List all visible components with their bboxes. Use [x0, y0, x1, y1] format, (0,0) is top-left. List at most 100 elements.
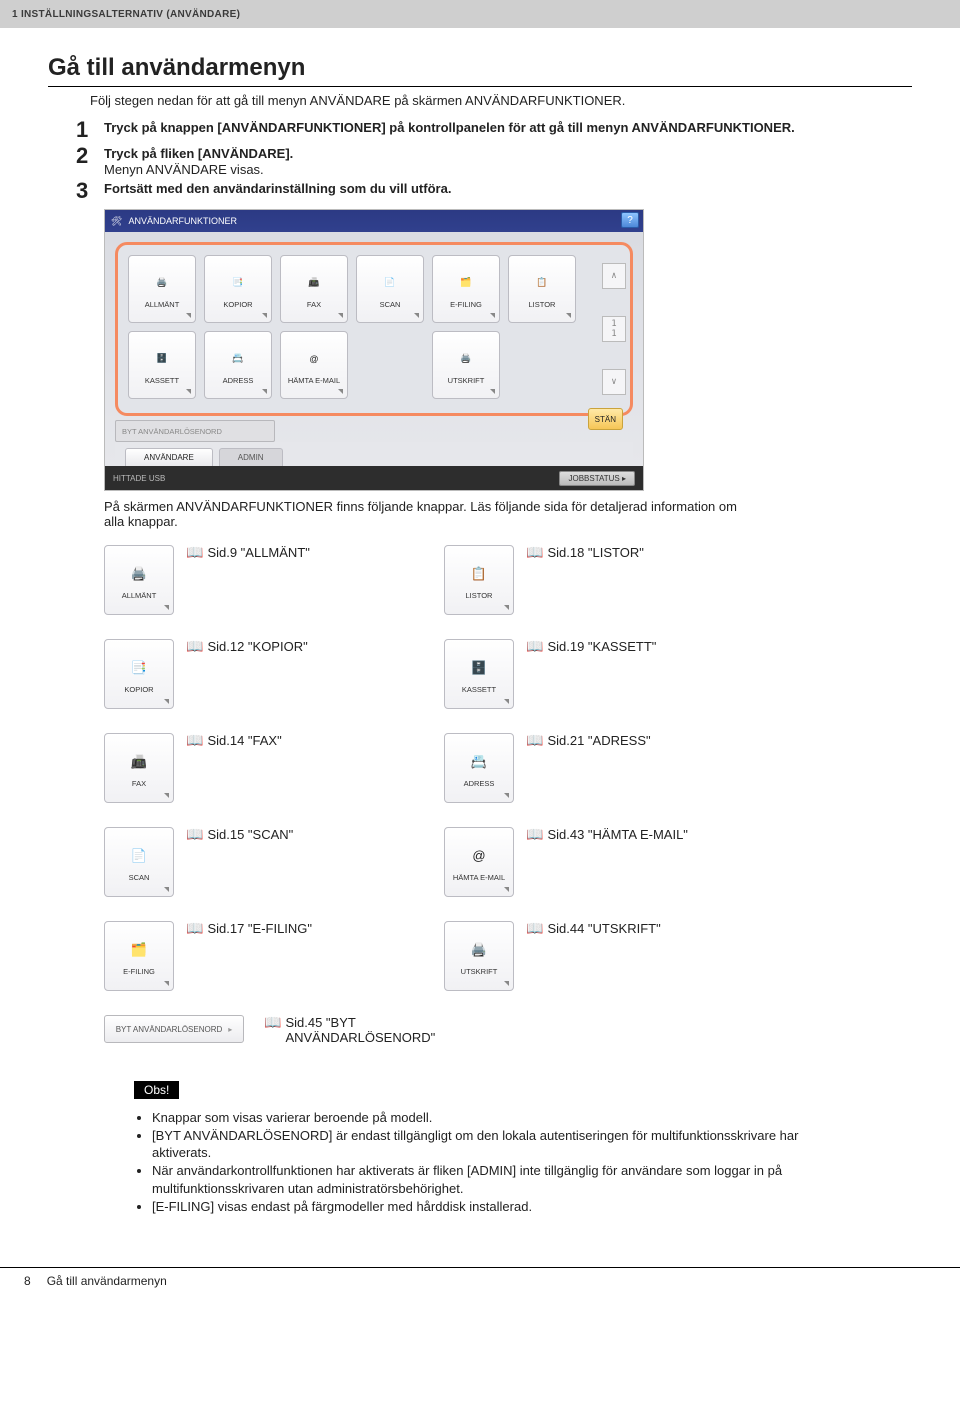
- tile-label: FAX: [307, 301, 321, 309]
- scroll-up[interactable]: ∧: [602, 263, 626, 289]
- step-number: 3: [76, 179, 104, 203]
- tile-icon: 📋: [464, 561, 494, 587]
- tile-label: SCAN: [380, 301, 401, 309]
- jobstatus-button[interactable]: JOBBSTATUS ▸: [559, 471, 635, 486]
- chevron-icon: [490, 389, 495, 394]
- step-3: 3 Fortsätt med den användarinställning s…: [76, 179, 912, 203]
- tile-icon: 🖨️: [464, 937, 494, 963]
- tile-label: LISTOR: [466, 592, 493, 600]
- chevron-icon: [262, 389, 267, 394]
- tile-label: ADRESS: [223, 377, 254, 385]
- book-icon: 📖: [526, 545, 543, 559]
- tile-icon: 📇: [223, 346, 253, 372]
- ui-screenshot: 🛠 ANVÄNDARFUNKTIONER ? 🖨️ALLMÄNT 📑 KOPIOR 📠…: [104, 209, 644, 491]
- chevron-icon: [338, 313, 343, 318]
- tile-label: LISTOR: [529, 301, 556, 309]
- chevron-icon: [262, 313, 267, 318]
- menu-tile-allmänt[interactable]: 🖨️ALLMÄNT: [104, 545, 174, 615]
- steps-list: 1 Tryck på knappen [ANVÄNDARFUNKTIONER] …: [76, 118, 912, 203]
- window-title-bar: 🛠 ANVÄNDARFUNKTIONER ?: [105, 210, 643, 232]
- page-reference: Sid.45 "BYT ANVÄNDARLÖSENORD": [285, 1015, 455, 1045]
- menu-tile-fax[interactable]: 📠FAX: [104, 733, 174, 803]
- tab-admin[interactable]: ADMIN: [219, 448, 283, 466]
- chevron-icon: [490, 313, 495, 318]
- chevron-icon: [164, 887, 169, 892]
- page-reference: Sid.9 "ALLMÄNT": [207, 545, 309, 560]
- menu-tile-utskrift[interactable]: 🖨️UTSKRIFT: [432, 331, 500, 399]
- menu-tile-scan[interactable]: 📄 SCAN: [104, 827, 174, 897]
- menu-tile-fax[interactable]: 📠 FAX: [280, 255, 348, 323]
- tile-icon: 🗄️: [464, 655, 494, 681]
- page-reference: Sid.15 "SCAN": [207, 827, 293, 842]
- footer-title: Gå till användarmenyn: [47, 1274, 167, 1288]
- tile-icon: 📠: [299, 270, 329, 296]
- tile-icon: 📄: [375, 270, 405, 296]
- chevron-icon: [504, 605, 509, 610]
- note-block: Obs! Knappar som visas varierar beroende…: [134, 1081, 854, 1215]
- chevron-icon: [504, 699, 509, 704]
- book-icon: 📖: [186, 545, 203, 559]
- tile-label: SCAN: [129, 874, 150, 882]
- book-icon: 📖: [186, 827, 203, 841]
- tile-label: ALLMÄNT: [145, 301, 180, 309]
- page-reference: Sid.17 "E-FILING": [207, 921, 312, 936]
- tile-label: KOPIOR: [223, 301, 252, 309]
- page-reference: Sid.19 "KASSETT": [547, 639, 656, 654]
- menu-tile-listor[interactable]: 📋 LISTOR: [444, 545, 514, 615]
- page-reference: Sid.18 "LISTOR": [547, 545, 643, 560]
- book-icon: 📖: [186, 639, 203, 653]
- menu-tile-kassett[interactable]: 🗄️ KASSETT: [444, 639, 514, 709]
- page-reference: Sid.43 "HÄMTA E-MAIL": [547, 827, 687, 842]
- tile-icon: 📋: [527, 270, 557, 296]
- post-screenshot-text: På skärmen ANVÄNDARFUNKTIONER finns följ…: [104, 499, 744, 529]
- menu-tile-kopior[interactable]: 📑 KOPIOR: [204, 255, 272, 323]
- book-icon: 📖: [526, 733, 543, 747]
- menu-tile-allmänt[interactable]: 🖨️ALLMÄNT: [128, 255, 196, 323]
- menu-tile-e-filing[interactable]: 🗂️E-FILING: [104, 921, 174, 991]
- menu-tile-utskrift[interactable]: 🖨️UTSKRIFT: [444, 921, 514, 991]
- tile-row: 🖨️ALLMÄNT 📑 KOPIOR 📠 FAX 📄 SCAN 🗂️E-FILING 📋 LIST…: [128, 255, 588, 323]
- menu-tile-e-filing[interactable]: 🗂️E-FILING: [432, 255, 500, 323]
- note-item: Knappar som visas varierar beroende på m…: [152, 1109, 854, 1126]
- stan-button[interactable]: STÄN: [588, 408, 623, 430]
- book-icon: 📖: [186, 921, 203, 935]
- tile-icon: 📠: [124, 749, 154, 775]
- scroll-down[interactable]: ∨: [602, 369, 626, 395]
- book-icon: 📖: [264, 1015, 281, 1029]
- step-text: Tryck på fliken [ANVÄNDARE].: [104, 146, 912, 161]
- help-button[interactable]: ?: [621, 212, 639, 228]
- chevron-icon: [504, 887, 509, 892]
- chapter-label: 1 INSTÄLLNINGSALTERNATIV (ANVÄNDARE): [12, 9, 240, 20]
- tile-label: HÄMTA E-MAIL: [453, 874, 505, 882]
- tile-label: KASSETT: [145, 377, 179, 385]
- step-text: Tryck på knappen [ANVÄNDARFUNKTIONER] på…: [104, 120, 795, 135]
- tab-anvandare[interactable]: ANVÄNDARE: [125, 448, 213, 466]
- step-2: 2 Tryck på fliken [ANVÄNDARE]. Menyn ANV…: [76, 144, 912, 177]
- tile-label: KASSETT: [462, 686, 496, 694]
- tile-label: ADRESS: [464, 780, 495, 788]
- scroll-track: 11: [602, 316, 626, 342]
- menu-tile-adress[interactable]: 📇ADRESS: [444, 733, 514, 803]
- tile-icon: 📄: [124, 843, 154, 869]
- menu-tile-listor[interactable]: 📋 LISTOR: [508, 255, 576, 323]
- page-number: 8: [24, 1274, 31, 1288]
- chevron-icon: [164, 605, 169, 610]
- menu-tile-kopior[interactable]: 📑KOPIOR: [104, 639, 174, 709]
- chevron-icon: [164, 699, 169, 704]
- menu-tile-scan[interactable]: 📄 SCAN: [356, 255, 424, 323]
- button-reference-matrix: 🖨️ALLMÄNT📖Sid.9 "ALLMÄNT"📋LISTOR📖Sid.18 …: [104, 545, 912, 991]
- tile-icon: 🗄️: [147, 346, 177, 372]
- menu-tile-kassett[interactable]: 🗄️ KASSETT: [128, 331, 196, 399]
- chevron-icon: [504, 793, 509, 798]
- menu-tile-hämta-e-mail[interactable]: @HÄMTA E-MAIL: [280, 331, 348, 399]
- tile-icon: 📑: [223, 270, 253, 296]
- book-icon: 📖: [526, 639, 543, 653]
- change-password-button[interactable]: BYT ANVÄNDARLÖSENORD▸: [104, 1015, 244, 1043]
- highlighted-panel: 🖨️ALLMÄNT 📑 KOPIOR 📠 FAX 📄 SCAN 🗂️E-FILING 📋 LIST…: [115, 242, 633, 416]
- tile-label: ALLMÄNT: [122, 592, 157, 600]
- chapter-band: 1 INSTÄLLNINGSALTERNATIV (ANVÄNDARE): [0, 0, 960, 28]
- chevron-icon: [186, 313, 191, 318]
- change-password-button[interactable]: BYT ANVÄNDARLÖSENORD: [115, 420, 275, 442]
- menu-tile-adress[interactable]: 📇 ADRESS: [204, 331, 272, 399]
- menu-tile-hämta-e-mail[interactable]: @HÄMTA E-MAIL: [444, 827, 514, 897]
